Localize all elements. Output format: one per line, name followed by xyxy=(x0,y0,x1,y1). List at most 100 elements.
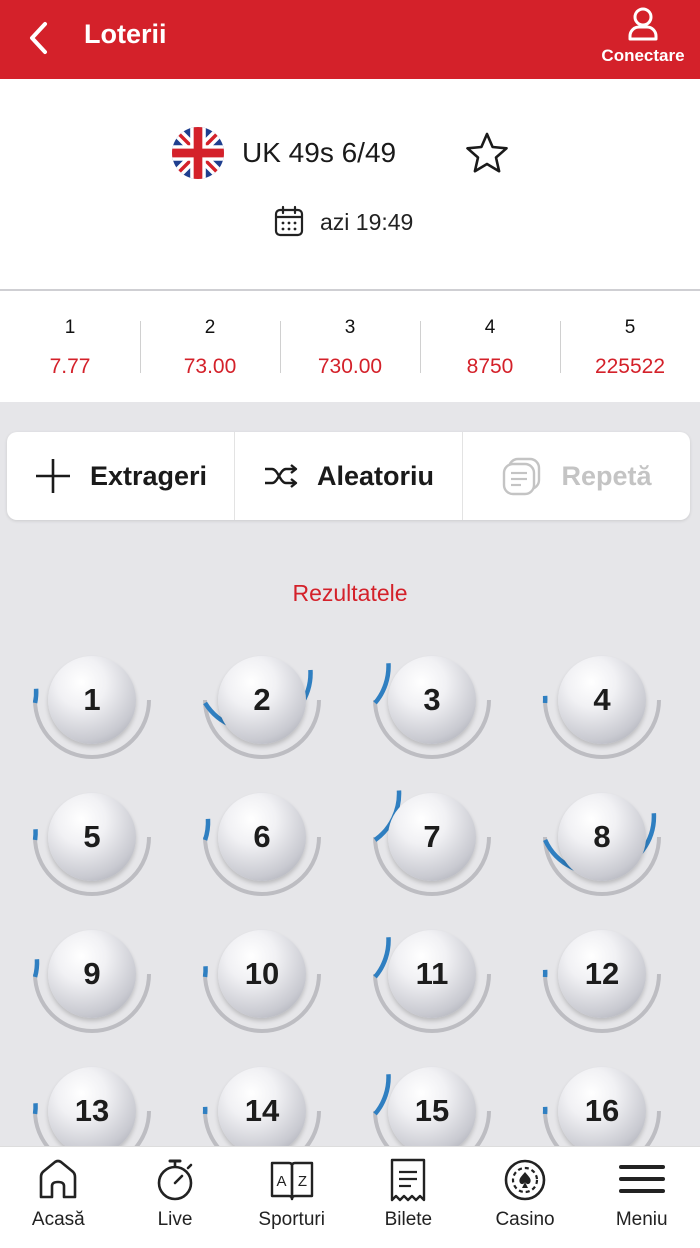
top-app-bar: Loterii Conectare xyxy=(0,0,700,79)
nav-label: Bilete xyxy=(384,1209,433,1230)
odds-key: 3 xyxy=(344,317,356,338)
az-book-icon: A Z xyxy=(270,1161,313,1201)
ball-number: 14 xyxy=(218,1067,306,1146)
nav-label: Sporturi xyxy=(258,1209,325,1230)
event-name: UK 49s 6/49 xyxy=(242,137,397,168)
ball-number: 12 xyxy=(558,930,646,1018)
ball-number: 16 xyxy=(558,1067,646,1146)
ball-number: 15 xyxy=(388,1067,476,1146)
number-ball[interactable]: 6 xyxy=(198,777,328,907)
casino-chip-icon xyxy=(504,1159,546,1201)
repeat-button[interactable]: Repetă xyxy=(462,432,690,520)
hamburger-menu-icon xyxy=(618,1165,665,1193)
results-title: Rezultatele xyxy=(292,580,408,606)
calendar-icon xyxy=(274,205,304,242)
number-ball[interactable]: 12 xyxy=(538,914,668,1044)
odds-key: 2 xyxy=(204,317,216,338)
number-ball[interactable]: 11 xyxy=(368,914,498,1044)
event-info: UK 49s 6/49 azi 19:49 xyxy=(0,79,700,291)
repeat-label: Repetă xyxy=(561,460,652,491)
odds-item[interactable]: 2 73.00 xyxy=(140,291,280,402)
action-bar: Extrageri Aleatoriu Repetă xyxy=(7,432,690,520)
nav-label: Casino xyxy=(495,1209,555,1230)
odds-value: 73.00 xyxy=(183,355,237,378)
nav-item-live[interactable]: Live xyxy=(117,1147,234,1248)
draws-button[interactable]: Extrageri xyxy=(7,432,234,520)
odds-value: 7.77 xyxy=(49,355,91,378)
user-icon xyxy=(628,7,658,41)
ball-number: 9 xyxy=(48,930,136,1018)
odds-key: 4 xyxy=(484,317,496,338)
odds-value: 8750 xyxy=(466,355,514,378)
shuffle-icon xyxy=(264,464,298,488)
ball-number: 13 xyxy=(48,1067,136,1146)
ball-number: 6 xyxy=(218,793,306,881)
number-ball[interactable]: 2 xyxy=(198,640,328,770)
ball-number: 5 xyxy=(48,793,136,881)
home-icon xyxy=(40,1159,77,1199)
number-ball[interactable]: 8 xyxy=(538,777,668,907)
ring-frequency-arc xyxy=(32,688,39,704)
draws-label: Extrageri xyxy=(89,460,208,491)
plus-icon xyxy=(35,459,70,493)
odds-item[interactable]: 3 730.00 xyxy=(280,291,420,402)
odds-value: 730.00 xyxy=(317,355,383,378)
number-ball[interactable]: 14 xyxy=(198,1051,328,1146)
odds-value: 225522 xyxy=(594,355,666,378)
ball-number: 3 xyxy=(388,656,476,744)
number-ball[interactable]: 3 xyxy=(368,640,498,770)
number-ball[interactable]: 5 xyxy=(28,777,158,907)
odds-key: 5 xyxy=(624,317,636,338)
number-ball[interactable]: 10 xyxy=(198,914,328,1044)
ball-number: 7 xyxy=(388,793,476,881)
number-ball[interactable]: 15 xyxy=(368,1051,498,1146)
bottom-nav: Acasă Live A Z Sporturi Bilete Casino Me… xyxy=(0,1146,700,1248)
nav-item-tickets[interactable]: Bilete xyxy=(350,1147,467,1248)
odds-item[interactable]: 5 225522 xyxy=(560,291,700,402)
star-icon xyxy=(466,132,508,173)
ball-number: 10 xyxy=(218,930,306,1018)
ring-frequency-arc xyxy=(373,663,391,705)
ring-frequency-arc xyxy=(202,818,211,841)
uk-flag-icon xyxy=(172,127,224,179)
ball-grid: 1 2 3 4 5 6 7 8 9 10 11 12 13 14 15 16 xyxy=(0,640,700,1146)
svg-text:A: A xyxy=(276,1173,286,1190)
repeat-ticket-icon xyxy=(503,457,541,496)
page-title: Loterii xyxy=(84,19,167,49)
back-button[interactable] xyxy=(20,18,56,58)
nav-item-casino[interactable]: Casino xyxy=(467,1147,584,1248)
stopwatch-icon xyxy=(157,1159,193,1201)
ring-frequency-arc xyxy=(202,966,208,978)
number-ball[interactable]: 9 xyxy=(28,914,158,1044)
odds-item[interactable]: 1 7.77 xyxy=(0,291,140,402)
number-ball[interactable]: 13 xyxy=(28,1051,158,1146)
ball-number: 11 xyxy=(388,930,476,1018)
number-ball[interactable]: 7 xyxy=(368,777,498,907)
ring-frequency-arc xyxy=(32,959,40,978)
nav-item-menu[interactable]: Meniu xyxy=(583,1147,700,1248)
favorite-button[interactable] xyxy=(465,131,509,180)
nav-item-sports[interactable]: A Z Sporturi xyxy=(233,1147,350,1248)
chevron-left-icon xyxy=(30,22,47,54)
nav-label: Acasă xyxy=(31,1209,85,1230)
number-ball[interactable]: 16 xyxy=(538,1051,668,1146)
ball-number: 4 xyxy=(558,656,646,744)
ring-frequency-arc xyxy=(373,937,391,979)
login-label: Conectare xyxy=(601,46,685,65)
nav-item-home[interactable]: Acasă xyxy=(0,1147,117,1248)
odds-item[interactable]: 4 8750 xyxy=(420,291,560,402)
svg-text:Z: Z xyxy=(298,1173,307,1190)
event-time: azi 19:49 xyxy=(320,209,414,235)
number-ball[interactable]: 1 xyxy=(28,640,158,770)
random-button[interactable]: Aleatoriu xyxy=(234,432,462,520)
odds-row: 1 7.77 2 73.00 3 730.00 4 8750 5 225522 xyxy=(0,291,700,402)
ticket-icon xyxy=(391,1158,426,1202)
ring-frequency-arc xyxy=(32,1103,38,1115)
ball-number: 2 xyxy=(218,656,306,744)
number-ball[interactable]: 4 xyxy=(538,640,668,770)
login-button[interactable]: Conectare xyxy=(600,6,686,68)
ring-frequency-arc xyxy=(373,1074,391,1116)
ring-frequency-arc xyxy=(32,829,38,841)
nav-label: Live xyxy=(157,1209,193,1230)
nav-label: Meniu xyxy=(615,1209,668,1230)
